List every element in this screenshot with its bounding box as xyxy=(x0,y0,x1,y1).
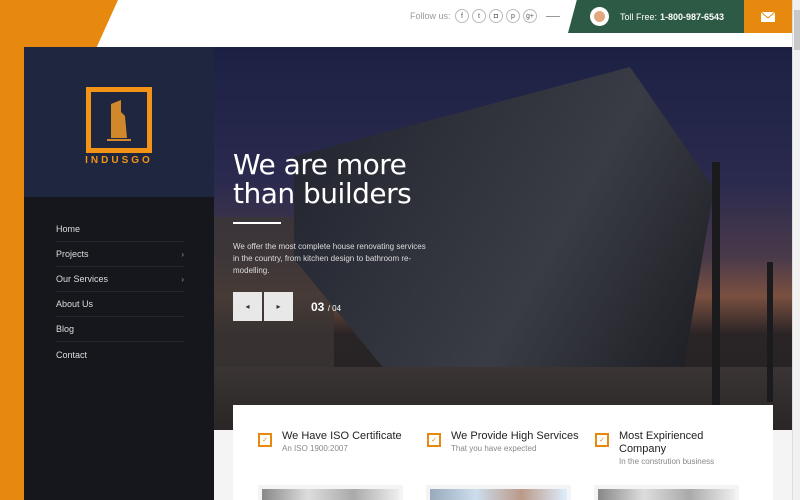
hero-description: We offer the most complete house renovat… xyxy=(233,242,426,275)
service-image[interactable] xyxy=(594,485,739,500)
sidebar: INDUSGO Home Projects › Our Services › Abo… xyxy=(24,47,214,500)
brand-name: INDUSGO xyxy=(85,155,153,166)
toll-label: Toll Free: xyxy=(620,11,658,22)
twitter-icon[interactable]: t xyxy=(472,9,486,23)
social-links: f t ◘ p g+ xyxy=(455,9,537,23)
nav-item-services[interactable]: Our Services › xyxy=(56,267,184,292)
phone-number[interactable]: 1-800-987-6543 xyxy=(660,12,724,22)
nav-item-home[interactable]: Home xyxy=(56,217,184,242)
mail-button[interactable] xyxy=(744,0,792,33)
nav-item-about[interactable]: About Us xyxy=(56,292,184,317)
follow-label: Follow us: xyxy=(410,11,451,21)
chevron-right-icon: › xyxy=(181,274,184,284)
hero-slider xyxy=(214,47,792,430)
nav-label: Contact xyxy=(56,349,88,360)
instagram-icon[interactable]: ◘ xyxy=(489,9,503,23)
nav-item-blog[interactable]: Blog xyxy=(56,317,184,342)
arrow-left-icon: ◂ xyxy=(245,302,250,311)
nav-item-contact[interactable]: Contact xyxy=(56,342,184,367)
building-icon xyxy=(107,100,131,141)
check-icon: ✓ xyxy=(595,433,609,447)
service-image[interactable] xyxy=(258,485,403,500)
feature-subtitle: An ISO 1900:2007 xyxy=(282,444,348,453)
hero-image-building xyxy=(294,67,714,387)
next-slide-button[interactable]: ▸ xyxy=(264,292,293,321)
feature-title: We Have ISO Certificate xyxy=(282,430,402,442)
feature-subtitle: That you have expected xyxy=(451,444,537,453)
nav-label: Our Services xyxy=(56,274,109,284)
arrow-right-icon: ▸ xyxy=(276,302,281,311)
check-icon: ✓ xyxy=(258,433,272,447)
feature-item: ✓ We Have ISO Certificate An ISO 1900:20… xyxy=(258,430,418,453)
feature-title: We Provide High Services xyxy=(451,430,579,442)
feature-item: ✓ Most Expirienced Company In the constr… xyxy=(595,430,745,466)
logo[interactable] xyxy=(86,87,152,153)
hero-image-pole xyxy=(767,262,773,402)
logo-area: INDUSGO xyxy=(24,47,214,197)
hero-title: We are more than builders xyxy=(233,148,412,210)
slide-counter: 03 / 04 xyxy=(311,300,342,314)
hero-divider xyxy=(233,222,281,224)
nav-item-projects[interactable]: Projects › xyxy=(56,242,184,267)
features-card: ✓ We Have ISO Certificate An ISO 1900:20… xyxy=(233,405,773,500)
service-image[interactable] xyxy=(426,485,571,500)
scrollbar[interactable] xyxy=(792,0,800,500)
google-plus-icon[interactable]: g+ xyxy=(523,9,537,23)
check-icon: ✓ xyxy=(427,433,441,447)
support-avatar xyxy=(590,7,609,26)
nav-label: About Us xyxy=(56,299,94,309)
feature-title: Most Expirienced Company xyxy=(619,430,704,455)
feature-subtitle: In the constrution business xyxy=(619,457,715,466)
prev-slide-button[interactable]: ◂ xyxy=(233,292,262,321)
feature-item: ✓ We Provide High Services That you have… xyxy=(427,430,587,453)
mail-icon xyxy=(761,11,775,22)
chevron-right-icon: › xyxy=(181,249,184,259)
hero-image-pole xyxy=(712,162,720,407)
main-nav: Home Projects › Our Services › About Us Bl… xyxy=(56,217,184,367)
orange-strip xyxy=(0,47,24,500)
scrollbar-thumb[interactable] xyxy=(794,10,800,50)
facebook-icon[interactable]: f xyxy=(455,9,469,23)
nav-label: Projects xyxy=(56,249,89,259)
divider xyxy=(546,16,560,17)
pinterest-icon[interactable]: p xyxy=(506,9,520,23)
nav-label: Home xyxy=(56,224,81,234)
nav-label: Blog xyxy=(56,324,75,334)
